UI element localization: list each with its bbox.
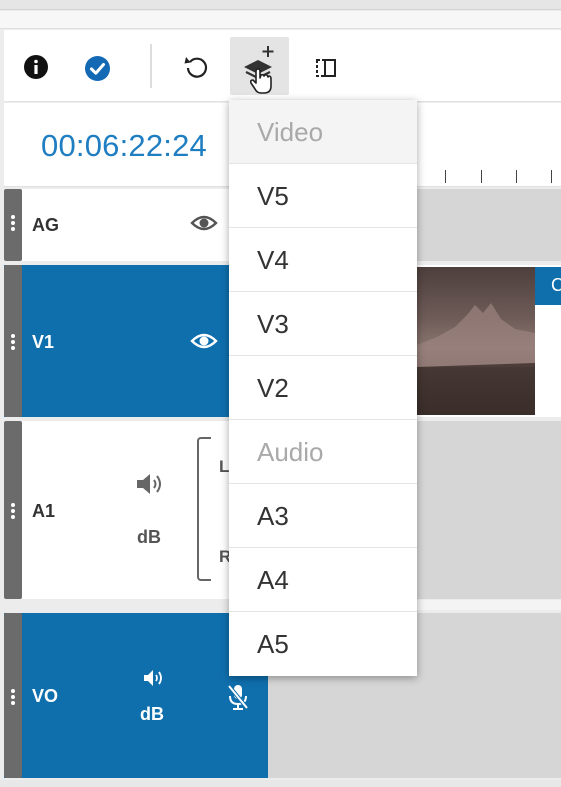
bottom-strip — [0, 780, 561, 787]
dropdown-item-v3[interactable]: V3 — [229, 292, 417, 356]
track-lane-ag[interactable] — [417, 189, 561, 261]
top-gap — [0, 11, 561, 29]
track-lane-a1[interactable] — [417, 421, 561, 599]
track-lane-v1[interactable]: C — [417, 265, 561, 417]
add-track-dropdown: Video V5 V4 V3 V2 Audio A3 A4 A5 — [229, 100, 417, 676]
ruler-tick — [516, 170, 517, 183]
layers-add-icon — [244, 46, 274, 94]
eye-icon[interactable] — [190, 331, 218, 356]
check-circle-icon[interactable] — [83, 54, 111, 82]
top-strip — [0, 0, 561, 10]
ruler-tick — [445, 170, 446, 183]
volume-icon[interactable] — [142, 668, 166, 693]
dropdown-item-v2[interactable]: V2 — [229, 356, 417, 420]
timeline-editor: 00:06:22:24 AG V1 C A1 dB L R VO dB Vide… — [0, 0, 561, 787]
info-icon[interactable] — [22, 53, 50, 81]
track-name: V1 — [32, 332, 55, 352]
db-label[interactable]: dB — [140, 704, 164, 725]
dropdown-item-a3[interactable]: A3 — [229, 484, 417, 548]
drag-handle[interactable] — [4, 265, 22, 417]
channel-bracket — [197, 437, 211, 581]
dropdown-item-v4[interactable]: V4 — [229, 228, 417, 292]
timecode-display: 00:06:22:24 — [41, 128, 207, 163]
dropdown-header-video: Video — [229, 100, 417, 164]
add-track-button[interactable] — [230, 37, 289, 95]
dropdown-item-v5[interactable]: V5 — [229, 164, 417, 228]
track-name: VO — [32, 686, 59, 706]
dropdown-header-audio: Audio — [229, 420, 417, 484]
clip-label[interactable]: C — [535, 267, 561, 305]
dropdown-item-a5[interactable]: A5 — [229, 612, 417, 676]
video-clip-thumbnail[interactable] — [417, 267, 535, 415]
split-icon[interactable] — [311, 54, 341, 82]
drag-handle[interactable] — [4, 421, 22, 599]
track-name: AG — [32, 215, 59, 235]
drag-handle[interactable] — [4, 613, 22, 778]
db-label[interactable]: dB — [137, 527, 161, 548]
ruler-tick — [551, 170, 552, 183]
track-name: A1 — [32, 501, 56, 521]
drag-handle[interactable] — [4, 189, 22, 261]
eye-icon[interactable] — [190, 213, 218, 238]
undo-icon[interactable] — [182, 52, 212, 82]
dropdown-item-a4[interactable]: A4 — [229, 548, 417, 612]
mic-muted-icon[interactable] — [226, 683, 250, 716]
ruler-tick — [481, 170, 482, 183]
toolbar-separator — [150, 44, 152, 88]
left-channel-label: L — [219, 457, 230, 476]
volume-icon[interactable] — [135, 471, 165, 502]
